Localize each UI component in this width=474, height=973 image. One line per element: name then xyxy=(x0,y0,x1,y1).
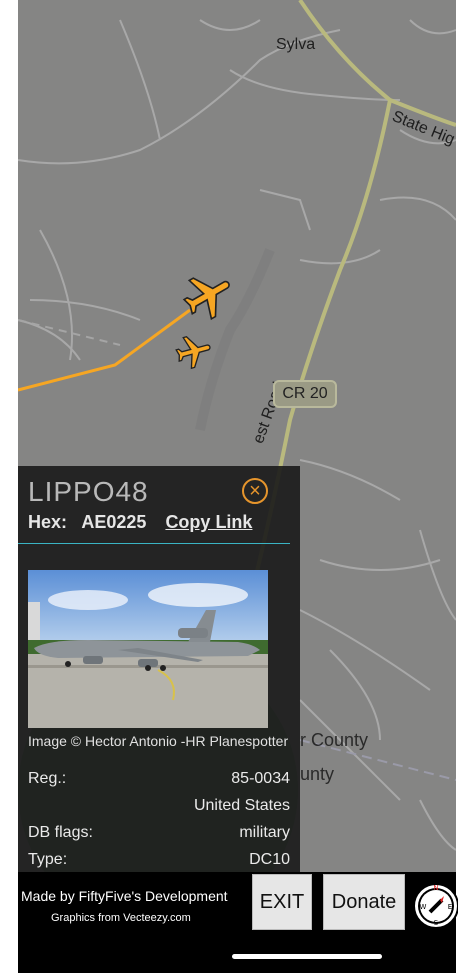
screen-edge-right xyxy=(456,0,474,973)
compass-icon[interactable]: N S W E xyxy=(410,876,458,932)
county-label: r County xyxy=(300,730,369,750)
developer-credit: Made by FiftyFive's Development xyxy=(21,888,228,904)
hex-label: Hex: xyxy=(28,512,68,532)
home-indicator[interactable] xyxy=(232,954,382,959)
close-icon: × xyxy=(249,480,261,502)
info-value: United States xyxy=(193,797,290,814)
info-value: 85-0034 xyxy=(231,770,290,787)
photo-credit: Image © Hector Antonio -HR Planespotter xyxy=(28,733,289,749)
hex-row: Hex: AE0225 Copy Link xyxy=(28,512,252,533)
graphics-credit: Graphics from Vecteezy.com xyxy=(51,912,191,924)
info-label: DB flags: xyxy=(28,824,93,841)
callsign: LIPPO48 xyxy=(28,476,149,507)
info-row-db-flags: DB flags: military xyxy=(28,824,290,842)
donate-button[interactable]: Donate xyxy=(323,874,405,930)
compass-n: N xyxy=(433,884,438,892)
compass-e: E xyxy=(448,903,452,911)
airplane-icon[interactable] xyxy=(172,332,216,372)
info-value: military xyxy=(239,824,290,841)
info-value: DC10 xyxy=(249,851,290,868)
airplane-icon[interactable] xyxy=(178,268,240,324)
info-row-type: Type: DC10 xyxy=(28,851,290,869)
exit-button[interactable]: EXIT xyxy=(252,874,312,930)
town-label: Sylva xyxy=(276,36,316,53)
route-badge: CR 20 xyxy=(273,380,337,408)
close-button[interactable]: × xyxy=(242,478,268,504)
info-label: Reg.: xyxy=(28,770,67,787)
info-label: Type: xyxy=(28,851,68,868)
compass-s: S xyxy=(434,919,439,927)
copy-link-button[interactable]: Copy Link xyxy=(165,512,252,532)
compass-w: W xyxy=(420,903,427,911)
screen-edge-left xyxy=(0,0,18,973)
hex-value: AE0225 xyxy=(81,512,147,532)
aircraft-info-panel: LIPPO48 × Hex: AE0225 Copy Link Image © … xyxy=(18,466,300,872)
info-row-registration: Reg.: 85-0034 xyxy=(28,770,290,788)
aircraft-photo[interactable] xyxy=(28,570,268,728)
panel-divider xyxy=(18,543,290,544)
